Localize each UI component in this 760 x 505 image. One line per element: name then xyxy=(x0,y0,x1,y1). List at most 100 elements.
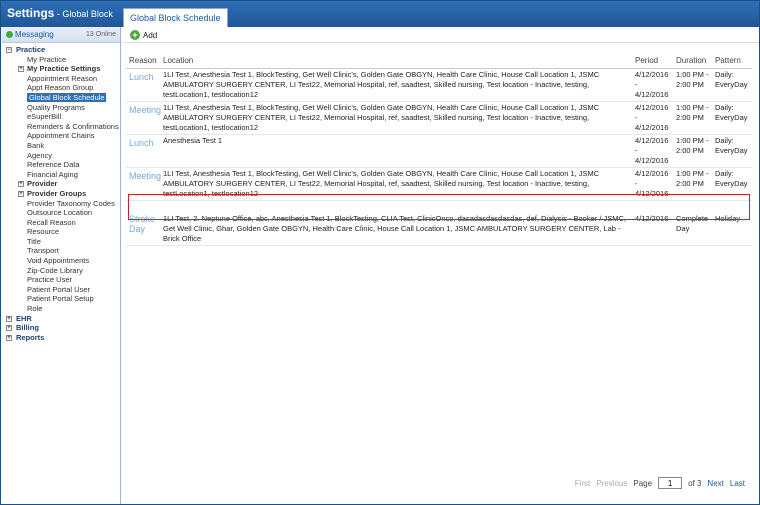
sidebar-item-esuperbill[interactable]: eSuperBill xyxy=(2,112,120,122)
sidebar-item-label: Billing xyxy=(16,323,39,333)
pager-page-label: Page xyxy=(633,478,653,488)
cell-reason[interactable]: Lunch xyxy=(126,68,160,102)
sidebar-item-outsource-location[interactable]: Outsource Location xyxy=(2,208,120,218)
sidebar-item-label: Patient Portal Setup xyxy=(27,294,94,304)
table-header-row: Reason Location Period Duration Pattern xyxy=(126,54,752,69)
sidebar-item-label: Patient Portal User xyxy=(27,284,90,294)
add-button[interactable]: + Add xyxy=(130,29,157,41)
expand-icon[interactable]: + xyxy=(6,325,12,332)
main-panel: + Add Reason Location Period Duration Pa… xyxy=(122,27,759,504)
sidebar-item-appointment-reason[interactable]: Appointment Reason xyxy=(2,74,120,84)
toolbar: + Add xyxy=(122,27,759,43)
pager-of-label: of 3 xyxy=(688,478,702,488)
cell-pattern: Daily: EveryDay xyxy=(712,68,752,102)
header-location[interactable]: Location xyxy=(160,54,632,69)
sidebar-item-label: Reference Data xyxy=(27,160,80,170)
sidebar-item-resource[interactable]: Resource xyxy=(2,227,120,237)
sidebar-item-reference-data[interactable]: Reference Data xyxy=(2,160,120,170)
sidebar-item-patient-portal-user[interactable]: Patient Portal User xyxy=(2,285,120,295)
pager: First Previous Page of 3 Next Last xyxy=(575,477,745,489)
sidebar-item-agency[interactable]: Agency xyxy=(2,151,120,161)
sidebar-item-zip-code-library[interactable]: Zip-Code Library xyxy=(2,266,120,276)
sidebar-item-label: Role xyxy=(27,304,43,314)
header-pattern[interactable]: Pattern xyxy=(712,54,752,69)
app-subtitle: - Global Block xyxy=(54,9,113,19)
sidebar-item-bank[interactable]: Bank xyxy=(2,141,120,151)
sidebar-item-appt-reason-group[interactable]: Appt Reason Group xyxy=(2,83,120,93)
sidebar-item-reports[interactable]: + Reports xyxy=(2,333,120,343)
sidebar-item-label: Practice User xyxy=(27,275,73,285)
sidebar-item-practice-user[interactable]: Practice User xyxy=(2,275,120,285)
cell-duration: 1:00 PM - 2:00 PM xyxy=(673,68,712,102)
sidebar-item-financial-aging[interactable]: Financial Aging xyxy=(2,170,120,180)
collapse-icon[interactable]: − xyxy=(6,47,12,53)
sidebar-item-label: Void Appointments xyxy=(27,256,90,266)
sidebar-item-label: Appointment Reason xyxy=(27,73,98,83)
sidebar-item-label: Transport xyxy=(27,246,59,256)
cell-reason[interactable]: Meeting xyxy=(126,101,161,135)
sidebar-item-quality-programs[interactable]: Quality Programs xyxy=(2,103,120,113)
app-window: Settings - Global Block Global Block Sch… xyxy=(0,0,760,505)
highlighted-row-outline xyxy=(128,194,750,220)
app-title: Settings - Global Block xyxy=(7,6,113,20)
sidebar-item-appointment-chains[interactable]: Appointment Chains xyxy=(2,131,120,141)
tab-global-block-schedule[interactable]: Global Block Schedule xyxy=(123,8,228,27)
add-label: Add xyxy=(143,30,158,40)
online-status-icon xyxy=(6,31,13,38)
sidebar-item-label: eSuperBill xyxy=(27,112,62,122)
sidebar-item-label: My Practice xyxy=(27,54,67,64)
sidebar-item-label: Provider Groups xyxy=(27,188,87,198)
sidebar-item-label: Appointment Chains xyxy=(27,131,95,141)
sidebar-item-my-practice[interactable]: My Practice xyxy=(2,55,120,65)
table-row[interactable]: Lunch Anesthesia Test 1 4/12/2016 - 4/12/2… xyxy=(126,134,752,168)
sidebar-item-practice[interactable]: − Practice xyxy=(2,45,120,55)
table-row[interactable]: Meeting 1LI Test, Anesthesia Test 1, Bloc… xyxy=(126,101,752,135)
page-number-input[interactable] xyxy=(658,477,683,489)
expand-icon[interactable]: + xyxy=(18,66,24,73)
sidebar-item-role[interactable]: Role xyxy=(2,304,120,314)
messaging-label: Messaging xyxy=(15,30,54,39)
expand-icon[interactable]: + xyxy=(6,334,12,341)
sidebar-item-ehr[interactable]: + EHR xyxy=(2,314,120,324)
expand-icon[interactable]: + xyxy=(18,181,24,188)
cell-pattern: Daily: EveryDay xyxy=(712,134,752,168)
table-row[interactable]: Lunch 1LI Test, Anesthesia Test 1, BlockT… xyxy=(126,68,752,102)
sidebar-item-my-practice-settings[interactable]: + My Practice Settings xyxy=(2,64,120,74)
sidebar-item-label: Zip-Code Library xyxy=(27,265,83,275)
sidebar-item-label: Quality Programs xyxy=(27,102,85,112)
sidebar-item-label: Bank xyxy=(27,140,45,150)
sidebar-item-void-appointments[interactable]: Void Appointments xyxy=(2,256,120,266)
expand-icon[interactable]: + xyxy=(18,190,24,197)
sidebar-item-label: Title xyxy=(27,236,41,246)
cell-period: 4/12/2016 - 4/12/2016 xyxy=(632,134,673,168)
cell-duration: 1:00 PM - 2:00 PM xyxy=(673,134,712,168)
header-period[interactable]: Period xyxy=(632,54,673,69)
sidebar-item-billing[interactable]: + Billing xyxy=(2,323,120,333)
pager-previous[interactable]: Previous xyxy=(596,479,627,488)
sidebar-item-provider-groups[interactable]: + Provider Groups xyxy=(2,189,120,199)
pager-first[interactable]: First xyxy=(575,479,591,488)
sidebar-item-transport[interactable]: Transport xyxy=(2,246,120,256)
expand-icon[interactable]: + xyxy=(6,315,12,322)
cell-reason[interactable]: Lunch xyxy=(126,134,160,168)
title-bar: Settings - Global Block Global Block Sch… xyxy=(1,1,759,27)
sidebar-item-global-block-schedule[interactable]: Global Block Schedule xyxy=(2,92,120,103)
sidebar-item-label: Appt Reason Group xyxy=(27,83,94,93)
sidebar-item-provider[interactable]: + Provider xyxy=(2,179,120,189)
sidebar-item-provider-taxonomy-codes[interactable]: Provider Taxonomy Codes xyxy=(2,199,120,209)
sidebar-item-recall-reason[interactable]: Recall Reason xyxy=(2,218,120,228)
pager-next[interactable]: Next xyxy=(707,479,723,488)
sidebar-item-label: Provider xyxy=(27,179,58,189)
messaging-bar[interactable]: Messaging 13 Online xyxy=(2,27,120,43)
sidebar-item-reminders-confirmations[interactable]: Reminders & Confirmations xyxy=(2,122,120,132)
pager-last[interactable]: Last xyxy=(730,479,745,488)
header-reason[interactable]: Reason xyxy=(126,54,160,69)
sidebar-item-patient-portal-setup[interactable]: Patient Portal Setup xyxy=(2,294,120,304)
sidebar-item-label: Outsource Location xyxy=(27,208,93,218)
sidebar-item-label: Agency xyxy=(27,150,53,160)
cell-location: Anesthesia Test 1 xyxy=(160,134,632,168)
sidebar-item-label: EHR xyxy=(16,313,32,323)
sidebar-item-label: Practice xyxy=(16,45,46,54)
header-duration[interactable]: Duration xyxy=(673,54,712,69)
sidebar-item-title[interactable]: Title xyxy=(2,237,120,247)
